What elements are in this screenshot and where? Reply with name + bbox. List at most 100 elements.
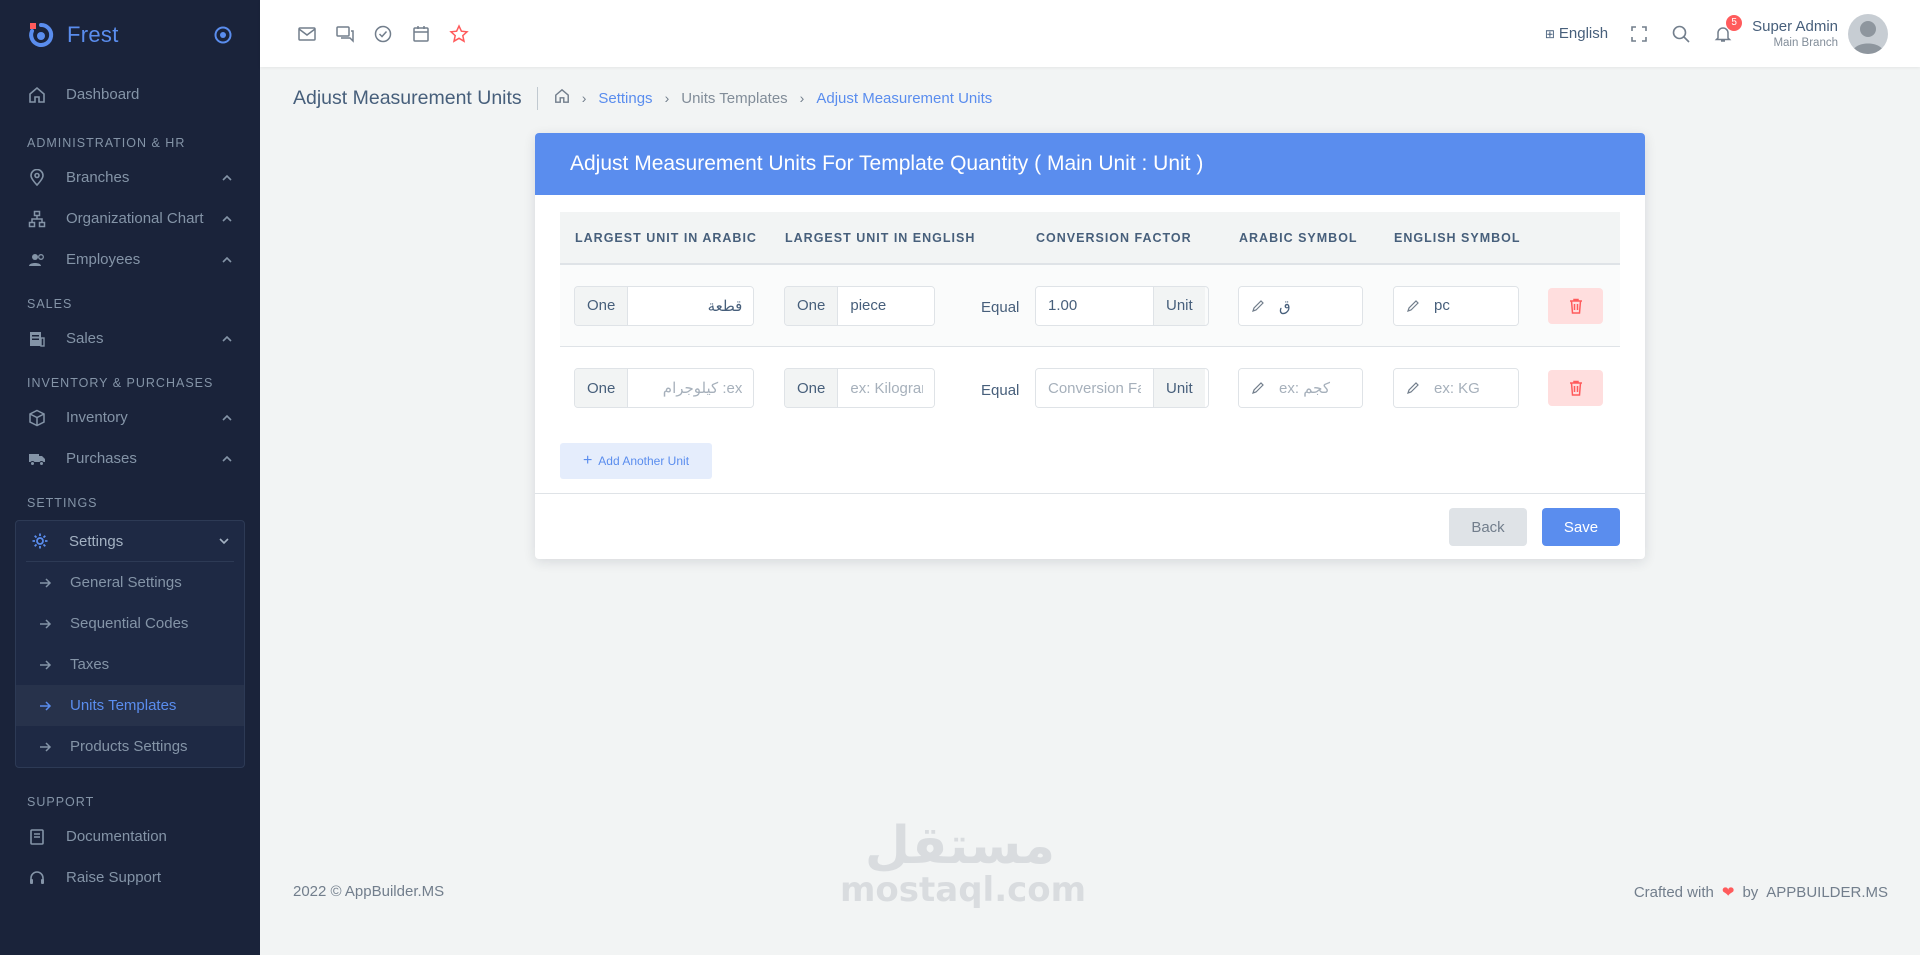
section-title-settings: SETTINGS	[27, 496, 98, 510]
english-unit-input[interactable]	[838, 369, 934, 407]
section-title-admin: ADMINISTRATION & HR	[27, 136, 186, 150]
arabic-symbol-group	[1238, 347, 1363, 429]
sidebar-sub-general-settings[interactable]: General Settings	[16, 562, 244, 603]
arabic-symbol-input[interactable]	[1265, 369, 1362, 407]
sidebar-item-label: Sales	[66, 330, 104, 347]
column-header-arabic: LARGEST UNIT IN ARABIC	[575, 230, 757, 245]
star-icon[interactable]	[448, 23, 470, 45]
pencil-icon	[1394, 369, 1420, 407]
sidebar-item-org-chart[interactable]: Organizational Chart	[0, 198, 260, 239]
chevron-up-icon	[222, 215, 232, 222]
breadcrumb-settings[interactable]: Settings	[598, 90, 652, 107]
sidebar-item-inventory[interactable]: Inventory	[0, 397, 260, 438]
conversion-factor-input[interactable]	[1036, 286, 1153, 325]
arabic-unit-input[interactable]	[628, 286, 753, 325]
sidebar-sub-products-settings[interactable]: Products Settings	[16, 726, 244, 767]
sidebar-item-documentation[interactable]: Documentation	[0, 816, 260, 857]
user-branch: Main Branch	[1773, 37, 1838, 49]
brand-name[interactable]: Frest	[67, 22, 119, 48]
users-icon	[27, 250, 47, 270]
arabic-symbol-input-group	[1238, 368, 1363, 408]
arrow-right-icon	[40, 741, 52, 752]
language-label: English	[1558, 25, 1609, 42]
arabic-unit-group: One	[574, 347, 754, 429]
page-header: Adjust Measurement Units › Settings › Un…	[293, 84, 992, 112]
section-title-inventory: INVENTORY & PURCHASES	[27, 376, 214, 390]
sidebar-item-label: Employees	[66, 251, 141, 268]
truck-icon	[27, 449, 47, 469]
delete-row-button[interactable]	[1548, 370, 1603, 406]
table-row: One One Equal Unit	[560, 347, 1620, 429]
home-icon[interactable]	[554, 88, 570, 108]
chevron-up-icon	[222, 455, 232, 462]
book-icon	[27, 827, 47, 847]
equal-label-cell: Equal	[981, 265, 1019, 346]
english-symbol-input-group	[1393, 285, 1519, 326]
search-icon[interactable]	[1670, 23, 1692, 45]
one-addon: One	[785, 369, 839, 407]
sidebar-toggle-icon[interactable]	[213, 25, 233, 45]
arabic-unit-input-group: One	[574, 285, 754, 326]
watermark-arabic: مستقل	[864, 816, 1056, 876]
headset-icon	[27, 868, 47, 888]
calendar-icon[interactable]	[410, 23, 432, 45]
footer-credit: Crafted with ❤ by APPBUILDER.MS	[1634, 883, 1888, 902]
breadcrumb-current: Adjust Measurement Units	[816, 89, 993, 107]
equal-label: Equal	[981, 381, 1020, 399]
sidebar-item-employees[interactable]: Employees	[0, 239, 260, 280]
english-unit-input-group: One	[784, 368, 935, 408]
save-button[interactable]: Save	[1542, 508, 1620, 546]
sidebar-item-sales[interactable]: Sales	[0, 318, 260, 359]
conversion-factor-input[interactable]	[1036, 369, 1153, 407]
english-unit-input[interactable]	[838, 286, 934, 325]
notification-bell-icon[interactable]: 5	[1712, 14, 1743, 45]
fullscreen-icon[interactable]	[1628, 23, 1650, 45]
sidebar-item-raise-support[interactable]: Raise Support	[0, 857, 260, 898]
sidebar-sub-taxes[interactable]: Taxes	[16, 644, 244, 685]
chat-icon[interactable]	[334, 23, 356, 45]
check-circle-icon[interactable]	[372, 23, 394, 45]
sidebar-item-purchases[interactable]: Purchases	[0, 438, 260, 479]
unit-addon: Unit	[1153, 369, 1205, 407]
box-icon	[27, 408, 47, 428]
english-symbol-group	[1393, 265, 1519, 346]
breadcrumb-units-templates[interactable]: Units Templates	[681, 90, 787, 107]
page-title: Adjust Measurement Units	[293, 86, 538, 110]
chevron-up-icon	[222, 256, 232, 263]
arabic-unit-input[interactable]	[628, 369, 753, 407]
language-selector[interactable]: ⊞ English	[1545, 25, 1608, 42]
section-title-sales: SALES	[27, 297, 73, 311]
user-menu[interactable]: Super Admin Main Branch	[1752, 18, 1838, 49]
equal-label-cell: Equal	[981, 347, 1019, 429]
arrow-right-icon	[40, 659, 52, 670]
english-symbol-group	[1393, 347, 1519, 429]
back-button[interactable]: Back	[1449, 508, 1527, 546]
sidebar-item-label: Purchases	[66, 450, 137, 467]
sidebar-sub-sequential-codes[interactable]: Sequential Codes	[16, 603, 244, 644]
chevron-up-icon	[222, 335, 232, 342]
pencil-icon	[1239, 286, 1265, 325]
arabic-unit-group: One	[574, 265, 754, 346]
trash-icon	[1569, 298, 1582, 314]
table-row: One One Equal Unit	[560, 265, 1620, 347]
delete-row-button[interactable]	[1548, 287, 1603, 324]
sidebar-item-branches[interactable]: Branches	[0, 157, 260, 198]
english-symbol-input[interactable]	[1420, 286, 1518, 325]
sidebar-item-settings[interactable]: Settings	[26, 521, 234, 562]
add-another-unit-button[interactable]: + Add Another Unit	[560, 443, 712, 479]
breadcrumb-separator: ›	[799, 90, 805, 106]
avatar[interactable]	[1848, 13, 1888, 54]
breadcrumb-separator: ›	[664, 90, 670, 106]
sidebar-item-label: Settings	[69, 532, 124, 550]
mail-icon[interactable]	[296, 23, 318, 45]
trash-icon	[1569, 380, 1582, 396]
delete-cell	[1548, 347, 1603, 429]
arabic-symbol-input[interactable]	[1265, 286, 1362, 325]
arabic-symbol-group	[1238, 265, 1363, 346]
units-table: LARGEST UNIT IN ARABIC LARGEST UNIT IN E…	[560, 212, 1620, 429]
sidebar-sub-units-templates[interactable]: Units Templates	[16, 685, 244, 726]
sidebar-item-dashboard[interactable]: Dashboard	[0, 74, 260, 115]
footer-brand[interactable]: APPBUILDER.MS	[1766, 884, 1888, 901]
english-symbol-input[interactable]	[1420, 369, 1518, 407]
english-unit-group: One	[784, 347, 935, 429]
